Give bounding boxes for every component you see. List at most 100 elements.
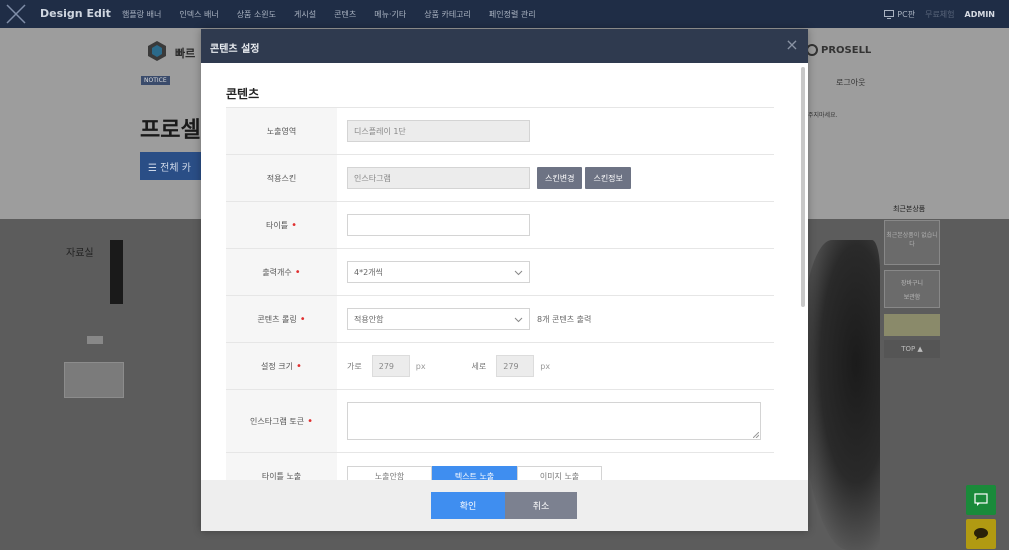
title-show-option-image[interactable]: 이미지 노출 [517, 466, 602, 480]
skin-label-text: 적용스킨 [266, 173, 297, 183]
title-show-label: 타이틀 노출 [226, 453, 337, 480]
site-title: 프로셀 [140, 118, 201, 143]
title-label: 타이틀 • [226, 202, 337, 248]
skin-value: 인스타그램 스킨변경 스킨정보 [347, 155, 631, 201]
required-mark: • [291, 219, 297, 231]
size-label-text: 설정 크기 [261, 361, 294, 371]
area-label-text: 노출영역 [266, 126, 297, 136]
menu-item[interactable]: 상품 소윈도 [237, 9, 276, 20]
skin-change-button[interactable]: 스킨변경 [537, 167, 583, 189]
area-field: 디스플레이 1단 [347, 120, 530, 142]
pc-view-link[interactable]: PC판 [897, 9, 915, 20]
top-bar: Design Edit 햄플랑 배너 인덱스 배너 상품 소윈도 게시설 콘텐츠… [0, 0, 1009, 28]
rolling-label-text: 콘텐츠 롤링 [257, 314, 297, 324]
notice-badge: NOTICE [141, 76, 170, 85]
title-show-label-text: 타이틀 노출 [261, 471, 302, 481]
required-mark: • [294, 266, 301, 278]
chevron-down-icon [514, 317, 523, 322]
row-count: 출력개수 • 4*2개씩 [226, 249, 774, 296]
close-icon[interactable]: × [784, 37, 800, 53]
row-title-show: 타이틀 노출 노출안함 텍스트 노출 이미지 노출 [226, 453, 774, 480]
category-button: ☰ 전체 카 [140, 152, 202, 180]
bg-product-box [64, 362, 124, 398]
logout-link: 로그아웃 [836, 78, 866, 87]
menu-item[interactable]: 콘텐츠 [334, 9, 356, 20]
title-input[interactable] [347, 214, 530, 236]
area-value: 디스플레이 1단 [347, 108, 530, 154]
modal-footer: 확인 취소 [201, 480, 808, 531]
brand-title: Design Edit [40, 7, 111, 20]
token-label: 인스타그램 토큰 • [226, 390, 337, 452]
prosell-text: PROSELL [821, 44, 872, 56]
skin-info-button[interactable]: 스킨정보 [585, 167, 631, 189]
site-logo-icon [148, 41, 166, 61]
chat-button[interactable] [966, 485, 996, 515]
token-textarea[interactable] [347, 402, 761, 440]
required-mark: • [307, 415, 313, 427]
title-label-text: 타이틀 [266, 220, 289, 230]
title-show-value: 노출안함 텍스트 노출 이미지 노출 [347, 453, 602, 480]
rolling-value: 적용안함 8개 콘텐츠 출력 [347, 296, 591, 342]
count-label-text: 출력개수 [262, 267, 292, 277]
trial-link[interactable]: 무료체험 [925, 9, 954, 20]
modal-title: 콘텐츠 설정 [210, 44, 260, 55]
admin-link[interactable]: ADMIN [965, 10, 995, 19]
row-skin: 적용스킨 인스타그램 스킨변경 스킨정보 [226, 155, 774, 202]
rolling-select-value: 적용안함 [354, 314, 384, 324]
skin-field: 인스타그램 [347, 167, 530, 189]
required-mark: • [299, 313, 306, 325]
title-show-segmented: 노출안함 텍스트 노출 이미지 노출 [347, 466, 602, 480]
resize-handle-icon[interactable] [753, 432, 759, 438]
area-label: 노출영역 [226, 108, 337, 154]
modal-header: 콘텐츠 설정 × [201, 29, 808, 63]
settings-form: 노출영역 디스플레이 1단 적용스킨 인스타그램 스킨변경 스킨정보 타이틀• [226, 107, 774, 480]
top-right-tools: PC판 무료체험 ADMIN [884, 9, 995, 20]
rolling-label: 콘텐츠 롤링 • [226, 296, 337, 342]
row-token: 인스타그램 토큰 • [226, 390, 774, 453]
menu-item[interactable]: 메뉴·기타 [374, 9, 406, 20]
title-value [347, 202, 530, 248]
count-select[interactable]: 4*2개씩 [347, 261, 530, 283]
scrollbar[interactable] [801, 67, 805, 307]
menu-item[interactable]: 상품 카테고리 [424, 9, 471, 20]
cart-sub-label: 보관함 [903, 294, 921, 301]
monitor-icon [884, 10, 895, 19]
recent-box: 최근본상품이 없습니다 [884, 220, 940, 265]
width-input: 279 [371, 355, 410, 377]
cancel-button[interactable]: 취소 [505, 492, 577, 519]
menu-item[interactable]: 페인정렬 관리 [489, 9, 536, 20]
menu-item[interactable]: 인덱스 배너 [179, 9, 218, 20]
rolling-select[interactable]: 적용안함 [347, 308, 530, 330]
confirm-button[interactable]: 확인 [431, 492, 505, 519]
menu-item[interactable]: 게시설 [294, 9, 316, 20]
cart-label: 장바구니 [900, 280, 924, 287]
row-rolling: 콘텐츠 롤링 • 적용안함 8개 콘텐츠 출력 [226, 296, 774, 343]
title-show-option-none[interactable]: 노출안함 [347, 466, 432, 480]
chat-icon [974, 493, 988, 506]
title-show-option-text[interactable]: 텍스트 노출 [432, 466, 517, 480]
category-button-label: 전체 카 [160, 163, 191, 174]
rolling-note: 8개 콘텐츠 출력 [537, 314, 592, 324]
section-title: 콘텐츠 [226, 87, 260, 101]
bg-arrows [87, 336, 103, 344]
content-settings-modal: 콘텐츠 설정 × 콘텐츠 노출영역 디스플레이 1단 적용스킨 인스타그램 스킨… [201, 29, 808, 531]
close-editor-icon[interactable] [4, 3, 28, 25]
top-menu: 햄플랑 배너 인덱스 배너 상품 소윈도 게시설 콘텐츠 메뉴·기타 상품 카테… [122, 9, 554, 20]
row-area: 노출영역 디스플레이 1단 [226, 108, 774, 155]
size-value: 가로 279 px 세로 279 px [347, 343, 596, 389]
width-unit: px [415, 361, 426, 371]
required-mark: • [296, 360, 302, 372]
count-label: 출력개수 • [226, 249, 337, 295]
recent-title: 최근본상품 [893, 205, 926, 213]
menu-item[interactable]: 햄플랑 배너 [122, 9, 161, 20]
modal-body: 콘텐츠 노출영역 디스플레이 1단 적용스킨 인스타그램 스킨변경 스킨정보 타… [201, 63, 808, 480]
bg-dark-bar [110, 240, 123, 304]
size-label: 설정 크기 • [226, 343, 337, 389]
count-value: 4*2개씩 [347, 249, 530, 295]
chevron-down-icon [514, 270, 523, 275]
token-label-text: 인스타그램 토큰 [250, 416, 305, 426]
kakao-chat-button[interactable] [966, 519, 996, 549]
top-button: TOP ▲ [884, 340, 940, 358]
coin-banner [884, 314, 940, 336]
height-input: 279 [496, 355, 535, 377]
